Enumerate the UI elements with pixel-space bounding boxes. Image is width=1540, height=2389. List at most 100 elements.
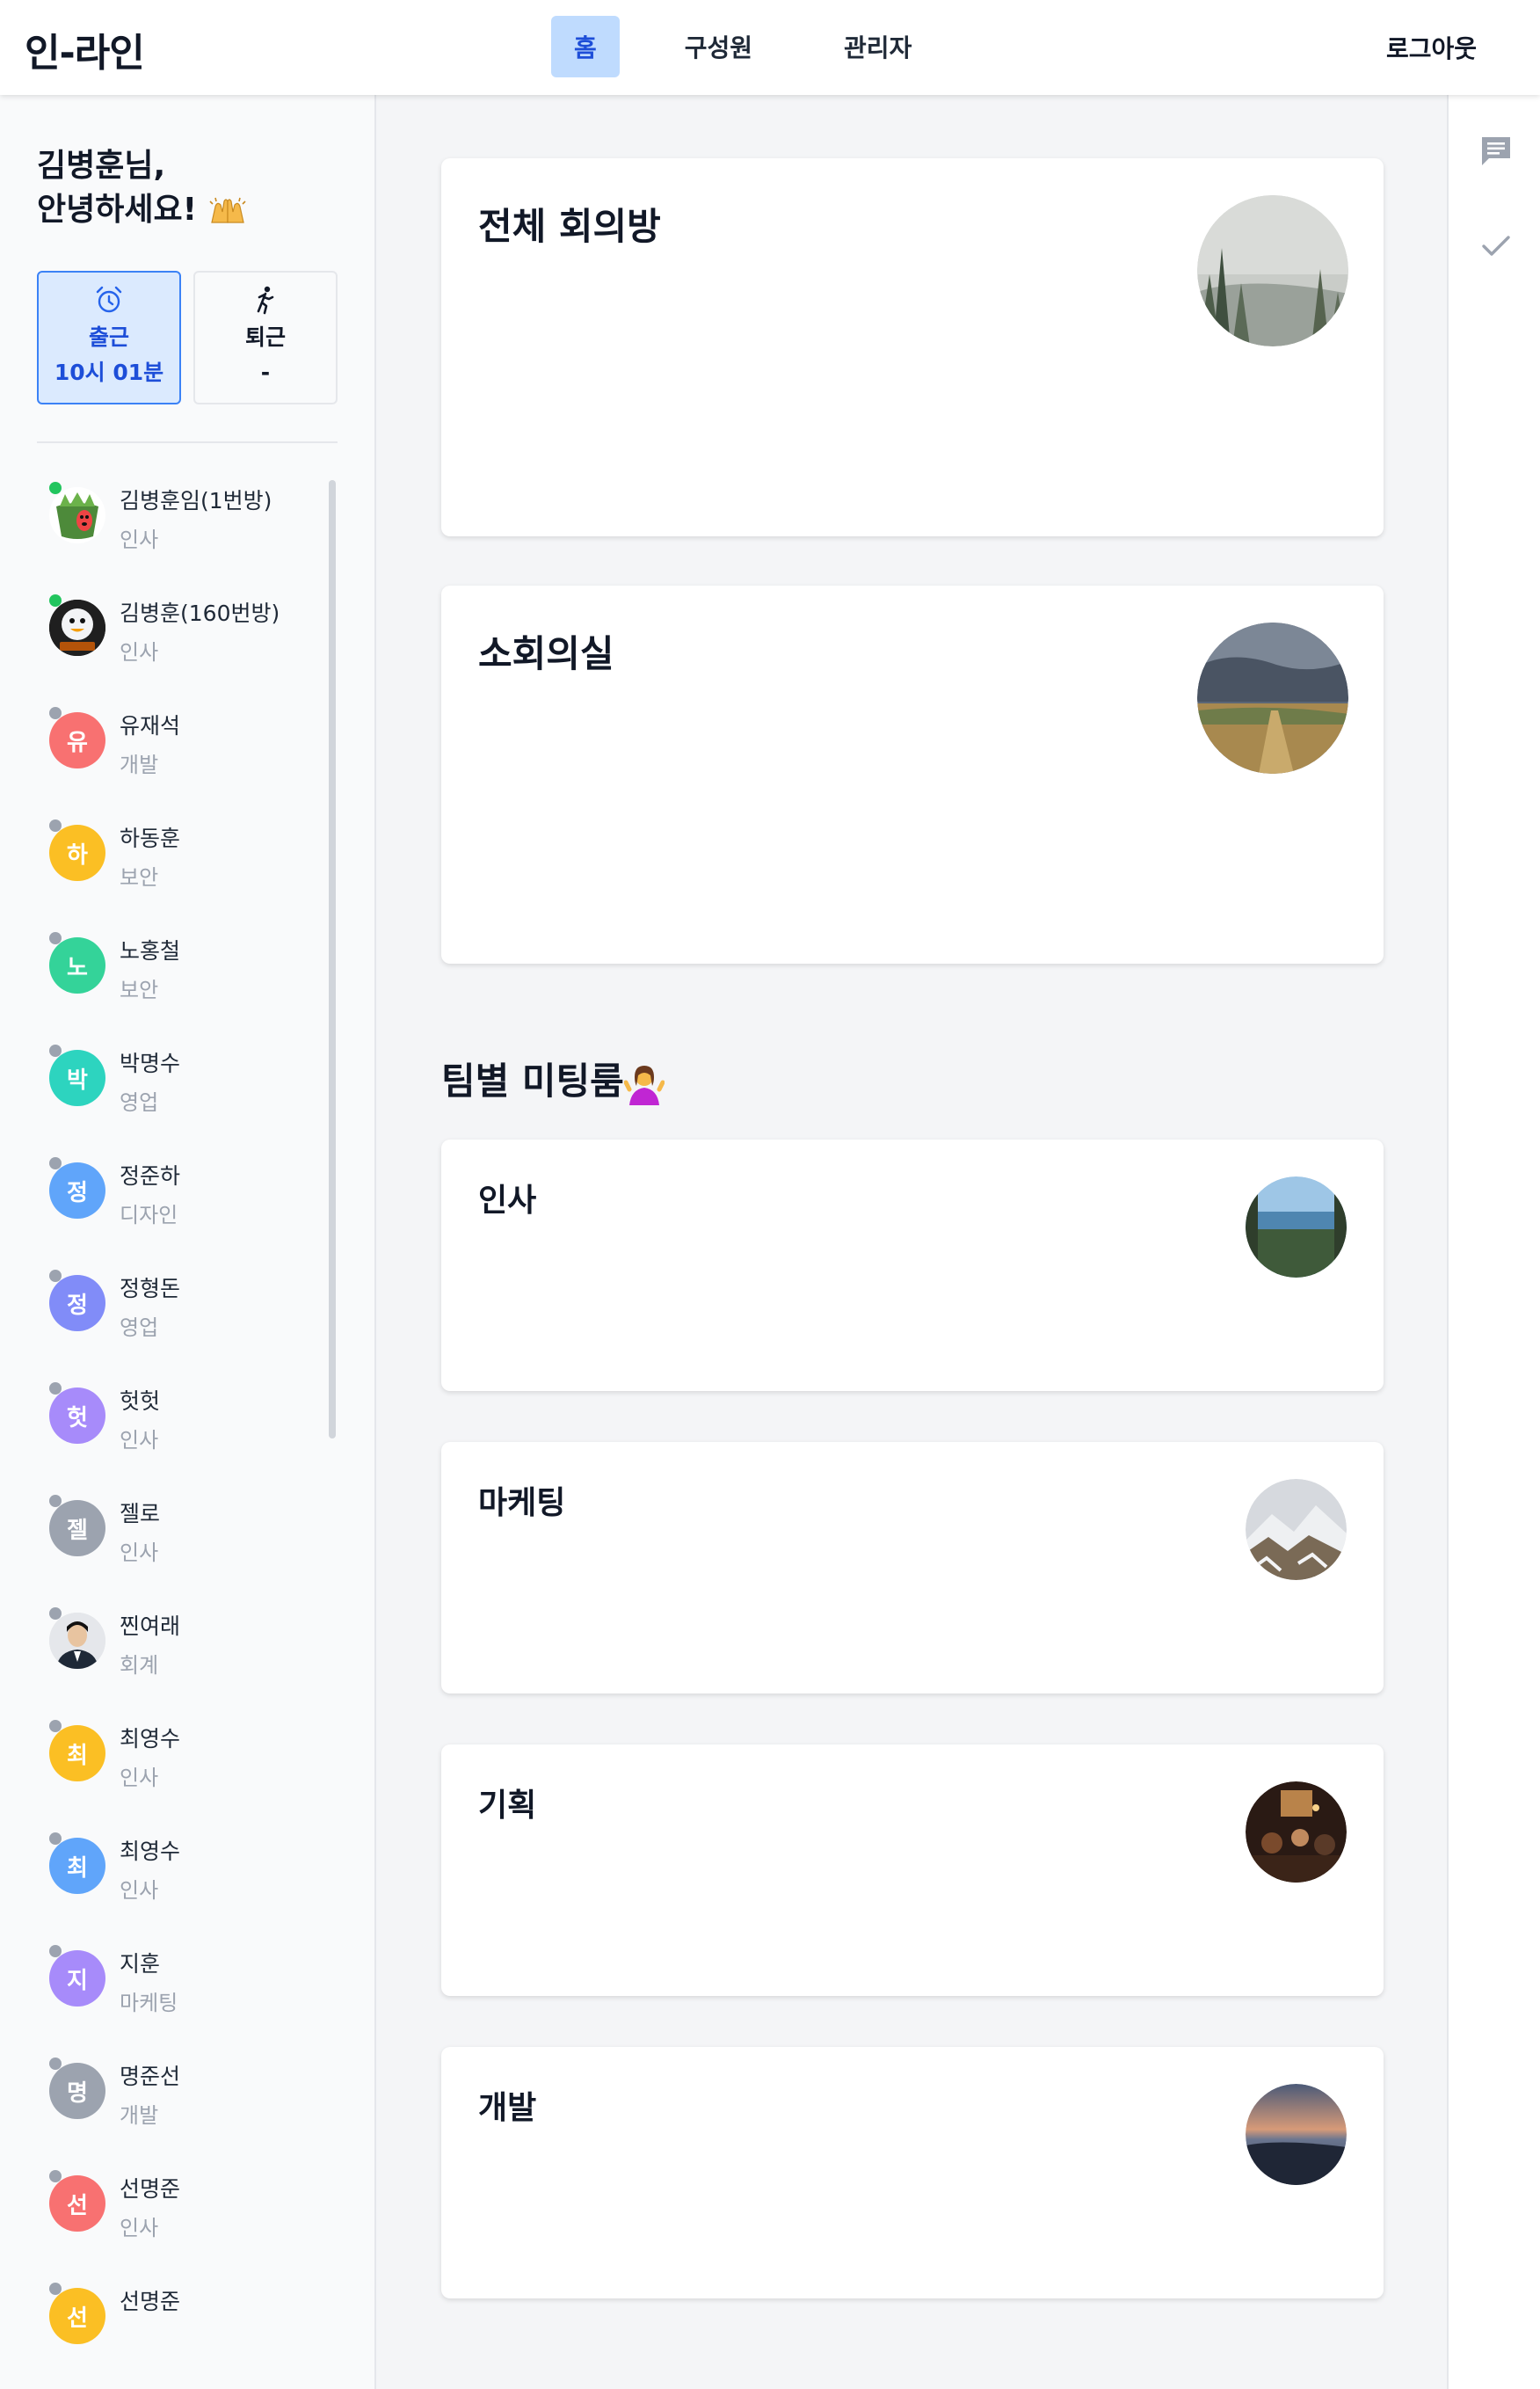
app-logo[interactable]: 인-라인 (25, 21, 145, 77)
offline-status-dot (49, 2283, 62, 2295)
member-item[interactable]: 정 정준하 디자인 (37, 1157, 327, 1245)
clock-in-time: 10시 01분 (54, 360, 164, 385)
member-dept: 개발 (120, 753, 159, 777)
nav-admin[interactable]: 관리자 (817, 16, 938, 77)
avatar: 정 (49, 1162, 105, 1219)
seaside-view-image (1246, 1176, 1347, 1278)
avatar: 박 (49, 1050, 105, 1106)
member-item[interactable]: 명 명준선 개발 (37, 2058, 327, 2145)
room-title: 소회의실 (478, 632, 614, 675)
team-room-card[interactable]: 기획 (441, 1744, 1384, 1996)
nav-home[interactable]: 홈 (551, 16, 620, 77)
avatar: 지 (49, 1950, 105, 2007)
nav-members[interactable]: 구성원 (658, 16, 779, 77)
avatar: 최 (49, 1838, 105, 1894)
avatar: 하 (49, 825, 105, 881)
chat-icon[interactable] (1478, 134, 1514, 169)
member-dept: 개발 (120, 2103, 159, 2128)
avatar: 선 (49, 2288, 105, 2344)
room-title: 전체 회의방 (478, 205, 661, 248)
sidebar: 김병훈님, 안녕하세요! 출근 10시 01분 퇴근 - 김병훈임(1번방) 인… (0, 95, 376, 2389)
walking-person-icon (257, 286, 274, 315)
greeting-hello: 안녕하세요! (37, 192, 198, 228)
logout-button[interactable]: 로그아웃 (1386, 30, 1477, 65)
person-photo-avatar-icon (49, 1613, 105, 1669)
offline-status-dot (49, 2058, 62, 2070)
offline-status-dot (49, 1495, 62, 1507)
member-dept: 영업 (120, 1315, 159, 1340)
member-item[interactable]: 최 최영수 인사 (37, 1832, 327, 1920)
avatar: 헛 (49, 1388, 105, 1444)
member-item[interactable]: 김병훈(160번방) 인사 (37, 594, 327, 682)
member-dept: 인사 (120, 1766, 159, 1790)
member-dept: 보안 (120, 865, 159, 890)
member-name: 최영수 (120, 1839, 181, 1864)
member-dept: 회계 (120, 1653, 159, 1678)
member-item[interactable]: 김병훈임(1번방) 인사 (37, 482, 327, 570)
member-name: 선명준 (120, 2289, 181, 2314)
member-dept: 영업 (120, 1090, 159, 1115)
team-room-card[interactable]: 개발 (441, 2047, 1384, 2298)
offline-status-dot (49, 1832, 62, 1845)
member-item[interactable]: 정 정형돈 영업 (37, 1270, 327, 1358)
offline-status-dot (49, 1945, 62, 1957)
member-name: 정형돈 (120, 1276, 181, 1301)
member-dept: 인사 (120, 528, 159, 552)
member-name: 헛헛 (120, 1388, 161, 1414)
sunset-sea-image (1246, 2084, 1347, 2185)
greeting: 김병훈님, 안녕하세요! (37, 144, 247, 232)
check-icon[interactable] (1478, 229, 1514, 264)
online-status-dot (49, 594, 62, 607)
member-item[interactable]: 노 노홍철 보안 (37, 932, 327, 1020)
member-dept: 보안 (120, 978, 159, 1002)
member-item[interactable]: 최 최영수 인사 (37, 1720, 327, 1808)
member-item[interactable]: 지 지훈 마케팅 (37, 1945, 327, 2033)
member-name: 김병훈(160번방) (120, 601, 280, 626)
member-name: 젤로 (120, 1501, 161, 1526)
member-item[interactable]: 선 선명준 (37, 2283, 327, 2371)
team-room-card[interactable]: 마케팅 (441, 1442, 1384, 1693)
raising-hands-emoji-icon (209, 197, 246, 223)
avatar: 명 (49, 2063, 105, 2119)
member-item[interactable]: 선 선명준 인사 (37, 2170, 327, 2258)
character-photo-avatar-icon (49, 600, 105, 656)
team-section-label: 팀별 미팅룸 (441, 1060, 624, 1103)
member-name: 유재석 (120, 713, 181, 739)
member-name: 하동훈 (120, 826, 181, 851)
team-room-title: 개발 (478, 2090, 537, 2126)
offline-status-dot (49, 1607, 62, 1620)
member-item[interactable]: 젤 젤로 인사 (37, 1495, 327, 1583)
alarm-clock-icon (96, 286, 122, 313)
greeting-name: 김병훈님, (37, 148, 166, 184)
crowded-pub-image (1246, 1781, 1347, 1883)
member-name: 선명준 (120, 2176, 181, 2202)
member-name: 정준하 (120, 1163, 181, 1189)
member-item[interactable]: 헛 헛헛 인사 (37, 1382, 327, 1470)
member-item[interactable]: 찐여래 회계 (37, 1607, 327, 1695)
clock-in-button[interactable]: 출근 10시 01분 (37, 271, 181, 404)
member-dept: 인사 (120, 2216, 159, 2240)
clock-out-time: - (260, 360, 271, 385)
cactus-character-avatar-icon (56, 492, 98, 539)
team-room-title: 기획 (478, 1788, 537, 1824)
clock-out-button[interactable]: 퇴근 - (193, 271, 338, 404)
right-rail (1447, 95, 1540, 2389)
avatar: 젤 (49, 1500, 105, 1556)
room-card[interactable]: 전체 회의방 (441, 158, 1384, 536)
avatar: 정 (49, 1275, 105, 1331)
team-room-card[interactable]: 인사 (441, 1140, 1384, 1391)
member-item[interactable]: 하 하동훈 보안 (37, 819, 327, 907)
member-name: 박명수 (120, 1051, 181, 1076)
member-dept: 마케팅 (120, 1991, 178, 2015)
team-section-title: 팀별 미팅룸 (441, 1052, 665, 1105)
member-item[interactable]: 박 박명수 영업 (37, 1045, 327, 1133)
shrugging-person-emoji-icon (623, 1065, 665, 1105)
member-name: 명준선 (120, 2064, 181, 2089)
team-room-title: 인사 (478, 1183, 537, 1219)
member-item[interactable]: 유 유재석 개발 (37, 707, 327, 795)
offline-status-dot (49, 1382, 62, 1395)
avatar (49, 487, 105, 543)
member-name: 최영수 (120, 1726, 181, 1752)
room-card[interactable]: 소회의실 (441, 586, 1384, 964)
offline-status-dot (49, 1720, 62, 1732)
